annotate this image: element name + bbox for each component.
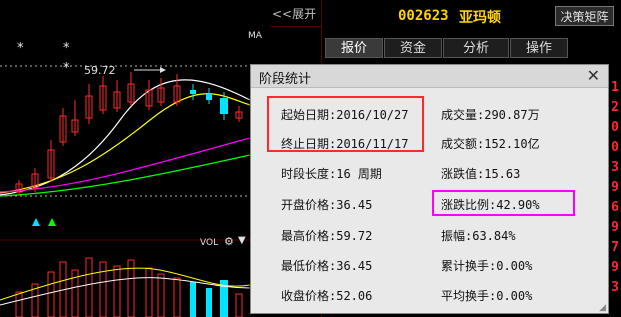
turnover-amount-stat: 成交额:152.10亿: [441, 135, 540, 152]
edge-digit: 0: [611, 140, 619, 155]
stat-label: 时段长度:: [281, 167, 337, 181]
stat-value: 290.87万: [484, 108, 540, 122]
edge-digit: 9: [611, 180, 619, 195]
volume-bar: [235, 293, 243, 317]
high-price-stat: 最高价格:59.72: [281, 227, 372, 244]
stat-value: 63.84%: [472, 229, 516, 243]
stat-label: 最高价格:: [281, 229, 337, 243]
stat-label: 开盘价格:: [281, 198, 337, 212]
volume-bar: [99, 261, 107, 317]
cumulative-turnover-stat: 累计换手:0.00%: [441, 257, 532, 274]
volume-bar: [157, 273, 165, 317]
average-turnover-stat: 平均换手:0.00%: [441, 287, 532, 304]
stock-name: 亚玛顿: [459, 10, 501, 26]
expand-button[interactable]: <<展开: [272, 6, 318, 22]
low-price-stat: 最低价格:36.45: [281, 257, 372, 274]
stat-label: 累计换手:: [441, 259, 497, 273]
tab-analysis[interactable]: 分析: [443, 38, 509, 58]
stock-code: 002623: [398, 8, 449, 24]
amplitude-stat: 振幅:63.84%: [441, 227, 516, 244]
edge-digit: 3: [611, 160, 619, 175]
edge-digit: 9: [611, 260, 619, 275]
close-icon[interactable]: ✕: [587, 66, 600, 85]
stat-label: 涨跌值:: [441, 167, 485, 181]
edge-digit: 9: [611, 220, 619, 235]
ma-label: MA: [248, 31, 262, 41]
stat-value: 36.45: [336, 198, 373, 212]
edge-digit: 3: [611, 280, 619, 295]
signal-marker: [32, 218, 40, 226]
volume-bar: [206, 288, 212, 317]
stat-value: 36.45: [336, 259, 373, 273]
candlesticks: [15, 72, 243, 196]
period-stats-dialog[interactable]: 阶段统计 ✕ 起始日期:2016/10/27 终止日期:2016/11/17 时…: [250, 64, 609, 314]
edge-digit: 1: [611, 80, 619, 95]
divider: [270, 26, 321, 27]
stat-value: 15.63: [484, 167, 521, 181]
gear-icon[interactable]: ⚙: [224, 235, 234, 248]
signal-marker: [48, 218, 56, 226]
stat-label: 收盘价格:: [281, 289, 337, 303]
stat-value: 152.10亿: [484, 137, 540, 151]
open-price-stat: 开盘价格:36.45: [281, 196, 372, 213]
tab-capital[interactable]: 资金: [384, 38, 442, 58]
stat-value: 16 周期: [336, 167, 382, 181]
stat-value: 52.06: [336, 289, 373, 303]
star-marker: *: [63, 61, 70, 76]
volume-bar: [190, 282, 196, 317]
change-ratio-highlight: [432, 190, 575, 216]
volume-bar: [145, 267, 153, 317]
edge-digit: 2: [611, 100, 619, 115]
stat-value: 0.00%: [496, 259, 533, 273]
tab-quote[interactable]: 报价: [325, 38, 383, 58]
volume-stat: 成交量:290.87万: [441, 106, 540, 123]
resize-grip-icon[interactable]: ◢: [599, 303, 606, 313]
high-price-arrowhead: [160, 67, 166, 73]
dialog-title: 阶段统计: [259, 72, 312, 87]
volume-bar: [85, 257, 93, 317]
volume-bar: [113, 265, 121, 317]
stat-label: 成交额:: [441, 137, 485, 151]
date-range-highlight: [267, 96, 424, 152]
decision-matrix-button[interactable]: 决策矩阵: [555, 6, 614, 26]
vol-label: VOL: [200, 238, 219, 248]
stat-label: 最低价格:: [281, 259, 337, 273]
star-marker: *: [63, 41, 70, 56]
stat-value: 0.00%: [496, 289, 533, 303]
stat-label: 成交量:: [441, 108, 485, 122]
price-annotation: 59.72: [84, 64, 116, 77]
edge-digit: 0: [611, 120, 619, 135]
edge-digit: 6: [611, 200, 619, 215]
volume-bar: [173, 277, 181, 317]
change-value-stat: 涨跌值:15.63: [441, 165, 520, 182]
volume-bars: [15, 257, 243, 317]
volume-bar: [47, 271, 55, 317]
stat-value: 59.72: [336, 229, 373, 243]
period-length-stat: 时段长度:16 周期: [281, 165, 382, 182]
volume-bar: [15, 291, 23, 317]
dialog-title-bar[interactable]: 阶段统计 ✕: [251, 65, 608, 88]
tab-operation[interactable]: 操作: [510, 38, 568, 58]
right-edge-digits: 1 2 0 0 3 9 6 9 7 9 3: [611, 80, 621, 317]
stat-label: 振幅:: [441, 229, 473, 243]
star-marker: *: [17, 41, 24, 56]
stat-label: 平均换手:: [441, 289, 497, 303]
edge-digit: 7: [611, 240, 619, 255]
chevron-down-icon[interactable]: ▼: [238, 235, 246, 246]
close-price-stat: 收盘价格:52.06: [281, 287, 372, 304]
